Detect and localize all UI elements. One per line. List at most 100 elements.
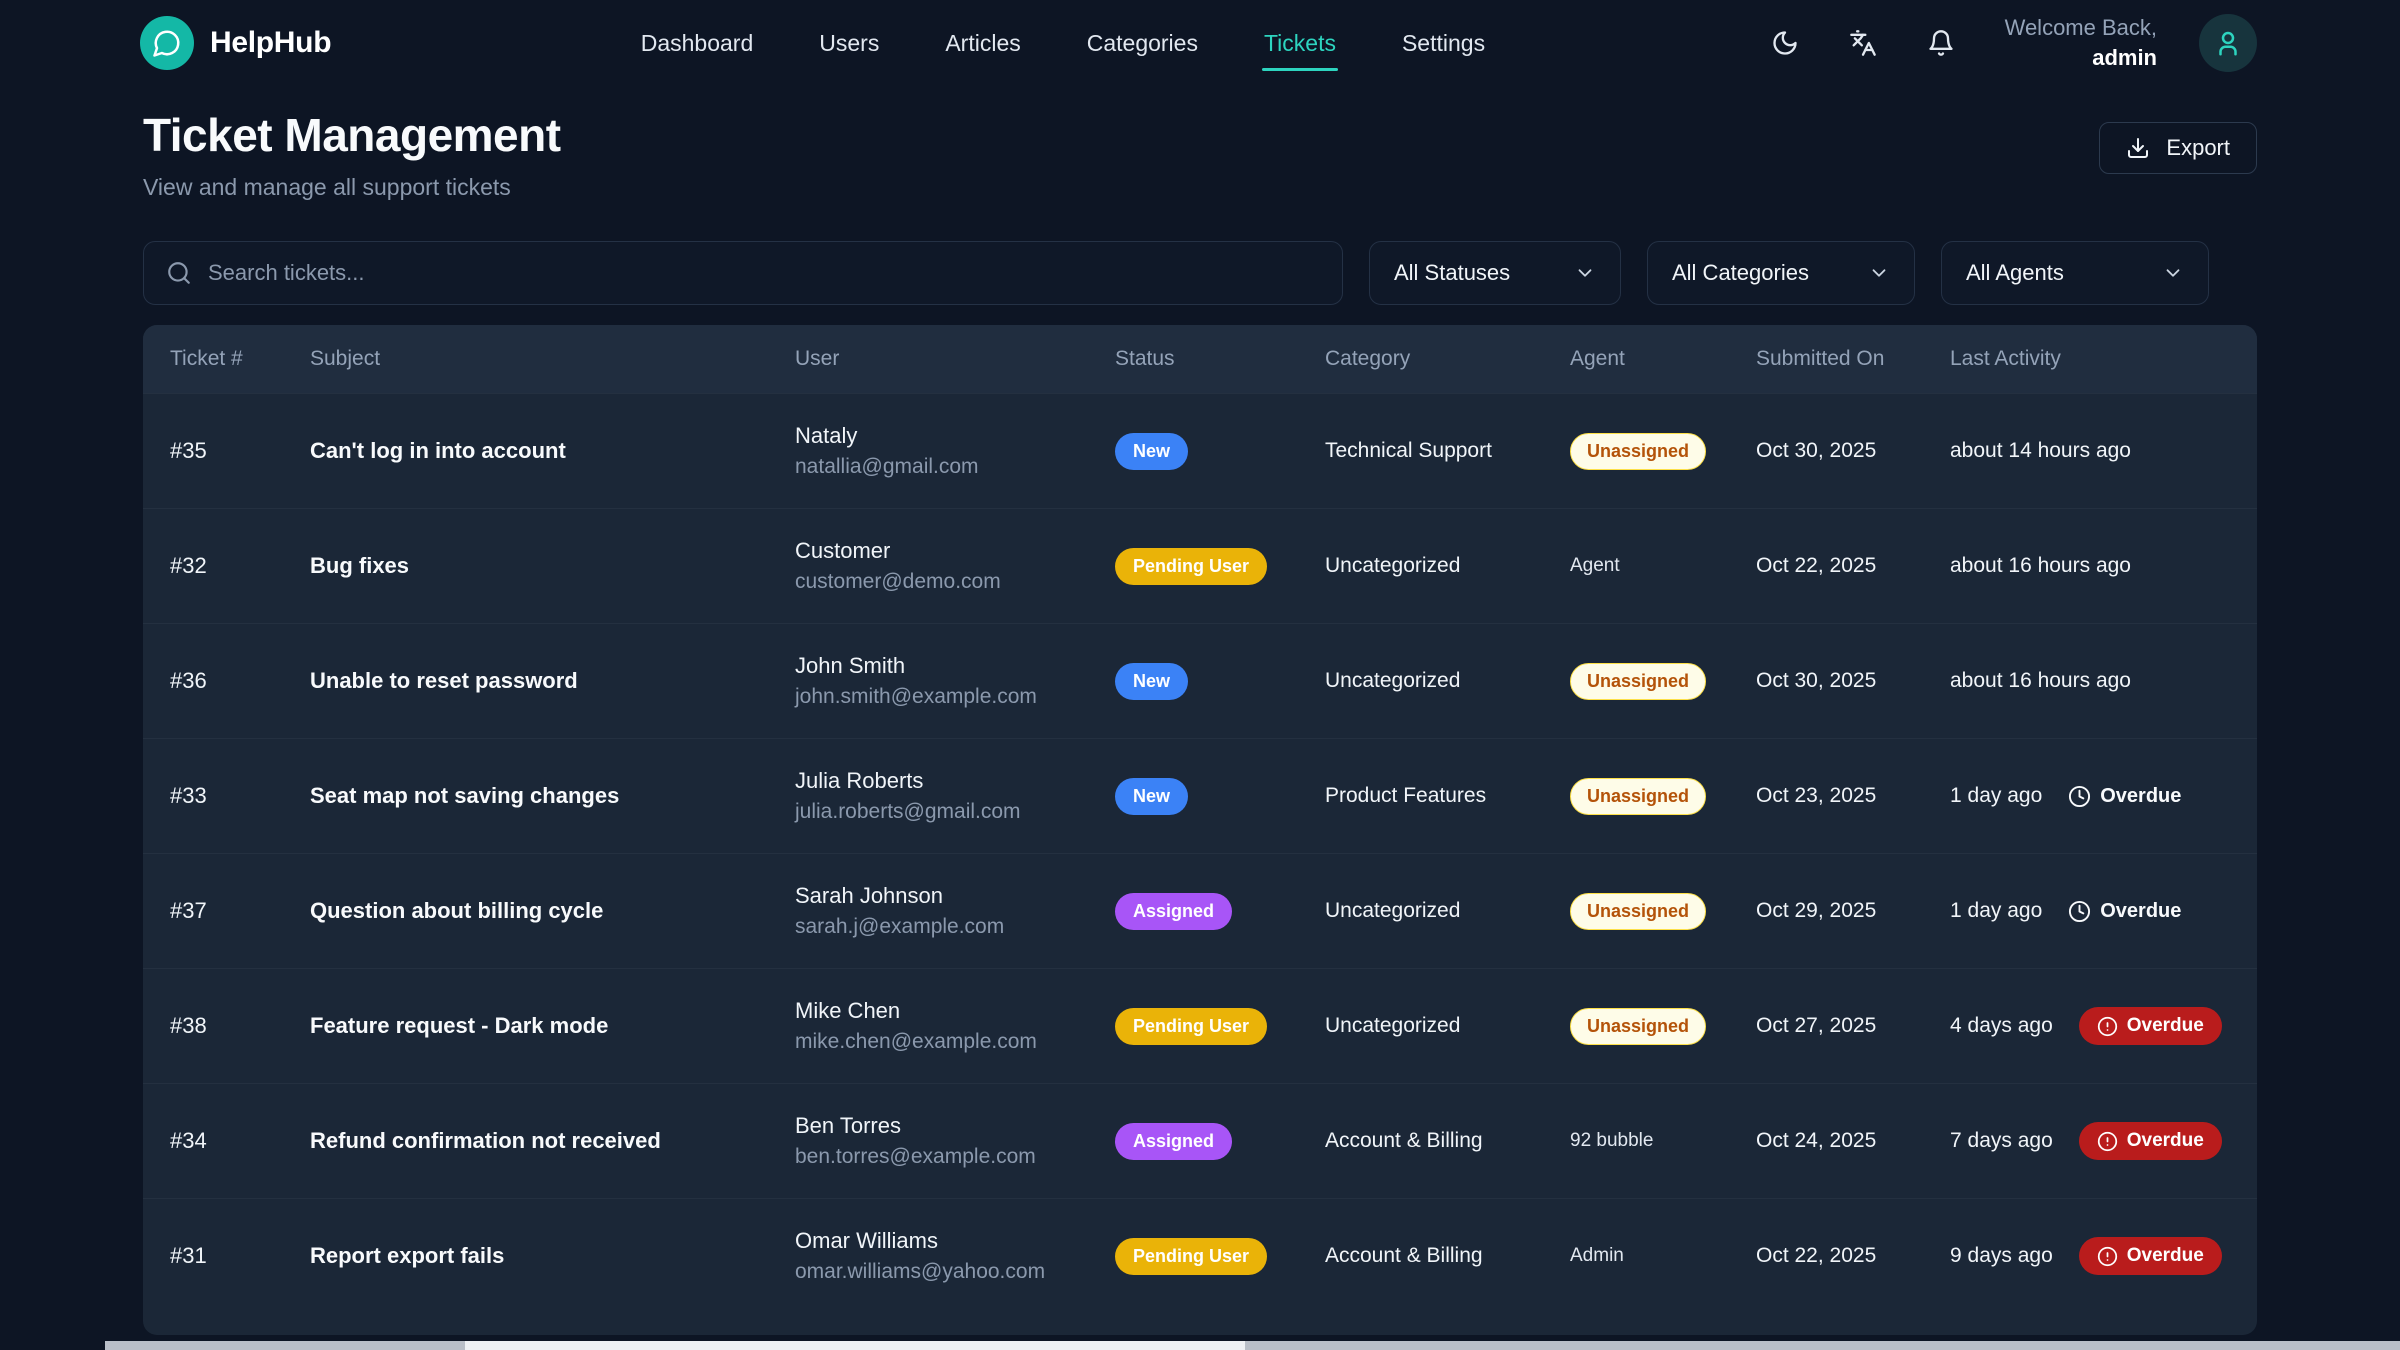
ticket-user-email: sarah.j@example.com: [795, 915, 1099, 939]
agent-badge: 92 bubble: [1570, 1130, 1653, 1152]
table-row[interactable]: #35 Can't log in into account Nataly nat…: [143, 393, 2257, 508]
last-activity: about 16 hours ago: [1950, 554, 2131, 578]
ticket-user-name: Mike Chen: [795, 998, 1099, 1024]
ticket-category: Product Features: [1325, 784, 1570, 808]
agent-badge: Unassigned: [1570, 663, 1706, 700]
agent-badge: Admin: [1570, 1245, 1624, 1267]
brand[interactable]: HelpHub: [140, 16, 331, 70]
scrollbar-thumb[interactable]: [465, 1341, 1245, 1350]
col-status: Status: [1115, 347, 1325, 371]
col-ticket-number: Ticket #: [170, 347, 310, 371]
agent-badge: Unassigned: [1570, 778, 1706, 815]
table-row[interactable]: #38 Feature request - Dark mode Mike Che…: [143, 968, 2257, 1083]
ticket-user-email: natallia@gmail.com: [795, 455, 1099, 479]
ticket-category: Uncategorized: [1325, 1014, 1570, 1038]
nav-dashboard[interactable]: Dashboard: [639, 4, 756, 83]
search-input[interactable]: [208, 260, 1320, 286]
ticket-user-name: Julia Roberts: [795, 768, 1099, 794]
ticket-category: Account & Billing: [1325, 1129, 1570, 1153]
ticket-id: #32: [170, 553, 310, 579]
ticket-user-email: julia.roberts@gmail.com: [795, 800, 1099, 824]
ticket-id: #38: [170, 1013, 310, 1039]
header-actions: Welcome Back, admin: [1765, 13, 2257, 72]
col-category: Category: [1325, 347, 1570, 371]
agent-filter-select[interactable]: All Agents: [1941, 241, 2209, 305]
username: admin: [2005, 43, 2157, 73]
welcome-block: Welcome Back, admin: [2005, 13, 2157, 72]
ticket-user-name: Nataly: [795, 423, 1099, 449]
table-row[interactable]: #34 Refund confirmation not received Ben…: [143, 1083, 2257, 1198]
download-icon: [2126, 136, 2150, 160]
agent-badge: Unassigned: [1570, 433, 1706, 470]
ticket-id: #36: [170, 668, 310, 694]
overdue-badge: Overdue: [2079, 1237, 2222, 1275]
overdue-badge: Overdue: [2079, 1007, 2222, 1045]
chevron-down-icon: [1574, 262, 1596, 284]
nav-settings[interactable]: Settings: [1400, 4, 1487, 83]
language-switcher[interactable]: [1843, 23, 1883, 63]
table-row[interactable]: #36 Unable to reset password John Smith …: [143, 623, 2257, 738]
status-badge: Pending User: [1115, 1008, 1267, 1045]
languages-icon: [1849, 29, 1877, 57]
ticket-user-email: omar.williams@yahoo.com: [795, 1260, 1099, 1284]
page-head: Ticket Management View and manage all su…: [0, 86, 2400, 201]
clock-icon: [2068, 785, 2091, 808]
export-label: Export: [2166, 135, 2230, 161]
status-badge: Pending User: [1115, 548, 1267, 585]
ticket-user-name: Customer: [795, 538, 1099, 564]
user-avatar[interactable]: [2199, 14, 2257, 72]
page-title: Ticket Management: [143, 108, 561, 162]
submitted-date: Oct 27, 2025: [1756, 1014, 1950, 1038]
table-row[interactable]: #32 Bug fixes Customer customer@demo.com…: [143, 508, 2257, 623]
ticket-subject: Bug fixes: [310, 553, 795, 579]
table-row[interactable]: #31 Report export fails Omar Williams om…: [143, 1198, 2257, 1313]
agent-badge: Unassigned: [1570, 893, 1706, 930]
ticket-subject: Report export fails: [310, 1243, 795, 1269]
agent-filter-value: All Agents: [1966, 260, 2064, 286]
export-button[interactable]: Export: [2099, 122, 2257, 174]
last-activity: 9 days ago: [1950, 1244, 2053, 1268]
last-activity: 1 day ago: [1950, 899, 2042, 923]
table-row[interactable]: #37 Question about billing cycle Sarah J…: [143, 853, 2257, 968]
status-badge: Assigned: [1115, 1123, 1232, 1160]
nav-categories[interactable]: Categories: [1085, 4, 1200, 83]
submitted-date: Oct 22, 2025: [1756, 1244, 1950, 1268]
ticket-user-name: Omar Williams: [795, 1228, 1099, 1254]
page-subtitle: View and manage all support tickets: [143, 174, 561, 201]
table-row[interactable]: #33 Seat map not saving changes Julia Ro…: [143, 738, 2257, 853]
dark-mode-toggle[interactable]: [1765, 23, 1805, 63]
clock-icon: [2068, 900, 2091, 923]
ticket-category: Uncategorized: [1325, 669, 1570, 693]
col-agent: Agent: [1570, 347, 1756, 371]
main-nav: Dashboard Users Articles Categories Tick…: [609, 4, 1487, 83]
nav-users[interactable]: Users: [817, 4, 881, 83]
ticket-subject: Feature request - Dark mode: [310, 1013, 795, 1039]
horizontal-scrollbar[interactable]: [105, 1341, 2400, 1350]
bell-icon: [1927, 29, 1955, 57]
last-activity: 1 day ago: [1950, 784, 2042, 808]
submitted-date: Oct 24, 2025: [1756, 1129, 1950, 1153]
submitted-date: Oct 29, 2025: [1756, 899, 1950, 923]
welcome-text: Welcome Back,: [2005, 13, 2157, 43]
notifications-button[interactable]: [1921, 23, 1961, 63]
ticket-subject: Can't log in into account: [310, 438, 795, 464]
ticket-category: Uncategorized: [1325, 899, 1570, 923]
category-filter-select[interactable]: All Categories: [1647, 241, 1915, 305]
col-user: User: [795, 347, 1115, 371]
search-icon: [166, 260, 192, 286]
agent-badge: Unassigned: [1570, 1008, 1706, 1045]
agent-badge: Agent: [1570, 555, 1620, 577]
last-activity: 4 days ago: [1950, 1014, 2053, 1038]
nav-tickets[interactable]: Tickets: [1262, 4, 1338, 83]
ticket-id: #37: [170, 898, 310, 924]
table-body: #35 Can't log in into account Nataly nat…: [143, 393, 2257, 1313]
tickets-table: Ticket # Subject User Status Category Ag…: [143, 325, 2257, 1335]
ticket-user-email: customer@demo.com: [795, 570, 1099, 594]
status-filter-select[interactable]: All Statuses: [1369, 241, 1621, 305]
nav-articles[interactable]: Articles: [943, 4, 1022, 83]
ticket-user-name: Ben Torres: [795, 1113, 1099, 1139]
ticket-user-name: Sarah Johnson: [795, 883, 1099, 909]
chevron-down-icon: [2162, 262, 2184, 284]
ticket-user-name: John Smith: [795, 653, 1099, 679]
ticket-category: Uncategorized: [1325, 554, 1570, 578]
